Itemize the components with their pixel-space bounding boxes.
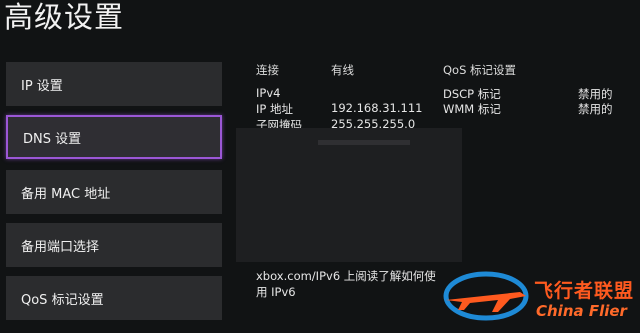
ipv6-note-line2: 用 IPv6 bbox=[256, 285, 296, 299]
connection-value: 有线 bbox=[331, 63, 354, 77]
nav-item-dns-settings[interactable]: DNS 设置 bbox=[6, 115, 222, 159]
ip-address-value: 192.168.31.111 bbox=[331, 101, 423, 115]
dscp-value: 禁用的 bbox=[578, 87, 613, 101]
page-title: 高级设置 bbox=[4, 0, 125, 34]
airplane-logo-icon bbox=[443, 271, 529, 321]
watermark-text-cn: 飞行者联盟 bbox=[534, 280, 635, 302]
wmm-value: 禁用的 bbox=[578, 102, 613, 116]
china-flier-watermark: 飞行者联盟 China Flier bbox=[440, 262, 640, 333]
nav-item-alternate-mac[interactable]: 备用 MAC 地址 bbox=[6, 170, 222, 214]
ip-address-label: IP 地址 bbox=[256, 102, 293, 116]
nav-item-qos-settings[interactable]: QoS 标记设置 bbox=[6, 276, 222, 320]
nav-item-alternate-port[interactable]: 备用端口选择 bbox=[6, 223, 222, 267]
connection-label: 连接 bbox=[256, 63, 279, 77]
qos-header: QoS 标记设置 bbox=[443, 63, 517, 77]
redacted-region bbox=[236, 128, 462, 262]
watermark-text-en: China Flier bbox=[536, 302, 627, 320]
ipv6-note-line1: xbox.com/IPv6 上阅读了解如何使 bbox=[256, 269, 436, 283]
redacted-row bbox=[318, 140, 410, 145]
dscp-label: DSCP 标记 bbox=[443, 87, 501, 101]
wmm-label: WMM 标记 bbox=[443, 102, 501, 116]
nav-item-ip-settings[interactable]: IP 设置 bbox=[6, 62, 222, 106]
ipv4-header: IPv4 bbox=[256, 86, 281, 100]
